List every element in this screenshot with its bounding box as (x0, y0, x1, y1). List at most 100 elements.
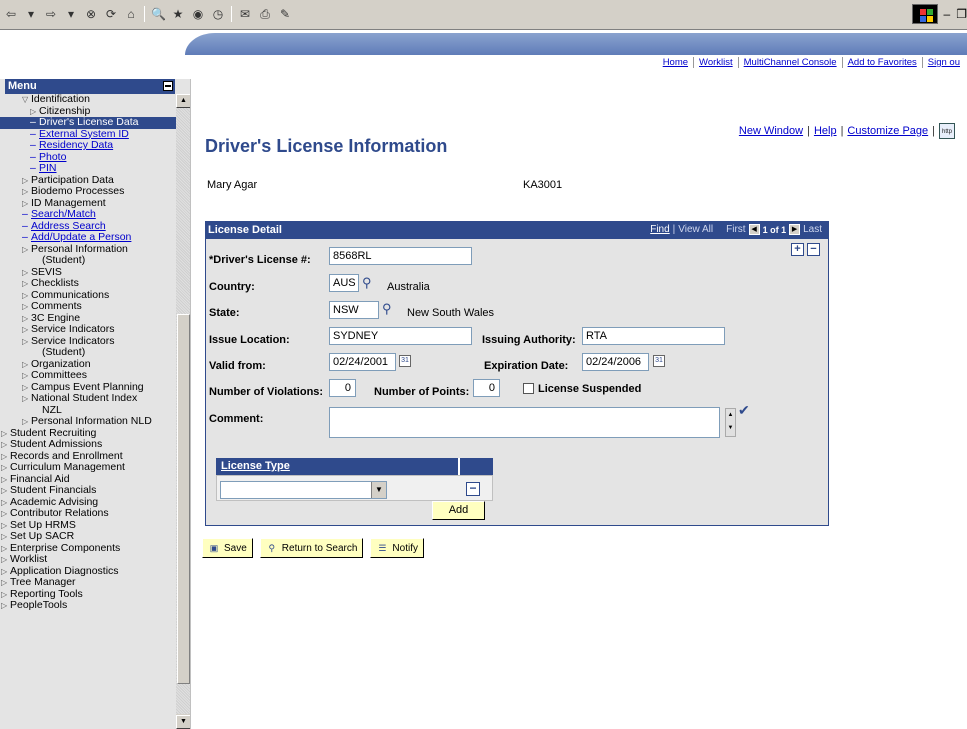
menu-item[interactable]: ▷ Communications (0, 288, 176, 302)
favorites-icon[interactable]: ★ (171, 7, 185, 21)
find-link[interactable]: Find (650, 224, 669, 235)
menu-scrollbar[interactable]: ▲ ▼ (176, 94, 190, 729)
minimize-icon[interactable]: – (944, 7, 951, 21)
menu-item[interactable]: – Residency Data (0, 139, 176, 152)
menu-item[interactable]: – Photo (0, 150, 176, 164)
history-icon[interactable]: ◷ (211, 7, 225, 21)
first-link[interactable]: First (726, 224, 745, 235)
chevron-down-icon[interactable]: ▼ (371, 482, 386, 498)
header-link-add-to-favorites[interactable]: Add to Favorites (843, 57, 923, 68)
scroll-down-icon[interactable]: ▼ (726, 422, 735, 435)
next-arrow-icon[interactable]: ▶ (789, 224, 801, 235)
menu-item-label: NZL (42, 403, 62, 416)
restore-icon[interactable]: ❐ (956, 7, 967, 21)
issue-location-input[interactable]: SYDNEY (329, 327, 472, 345)
new-window-link[interactable]: New Window (739, 125, 803, 137)
http-icon[interactable]: http (939, 123, 955, 139)
delete-row-icon[interactable]: − (807, 243, 820, 256)
add-row-icon[interactable]: + (791, 243, 804, 256)
issuing-authority-label: Issuing Authority: (482, 334, 576, 346)
menu-item-label: Photo (39, 150, 67, 163)
menu-item-label: Add/Update a Person (31, 231, 132, 243)
notify-icon: ☰ (378, 542, 387, 553)
menu-item[interactable]: ▷ National Student Index NZL (0, 392, 176, 416)
menu-item-label: Student Financials (10, 484, 97, 496)
back-icon[interactable]: ⇦ (4, 7, 18, 21)
spell-check-icon[interactable]: ✔ (738, 402, 750, 419)
points-input[interactable]: 0 (473, 379, 500, 397)
help-link[interactable]: Help (814, 125, 837, 137)
comment-textarea[interactable] (329, 407, 720, 438)
mail-icon[interactable]: ✉ (238, 7, 252, 21)
view-all-link[interactable]: View All (678, 224, 713, 235)
menu-item[interactable]: ▷ Personal Information (Student) (0, 243, 176, 267)
license-type-select[interactable]: ▼ (220, 481, 387, 499)
country-lookup-icon[interactable]: ⚲ (362, 275, 372, 291)
save-button[interactable]: ▣ Save (202, 538, 253, 558)
browser-toolbar: ⇦ ▾ ⇨ ▾ ⊗ ⟳ ⌂ 🔍 ★ ◉ ◷ ✉ ⎙ ✎ – ❐ (0, 0, 967, 30)
menu-item[interactable]: ▷ SEVIS (0, 266, 176, 279)
menu-collapse-icon[interactable] (163, 81, 173, 91)
stop-icon[interactable]: ⊗ (84, 7, 98, 21)
scroll-down-icon[interactable]: ▼ (176, 715, 190, 729)
header-link-worklist[interactable]: Worklist (694, 57, 739, 68)
collapsed-triangle-icon: ▷ (1, 532, 8, 541)
edit-icon[interactable]: ✎ (278, 7, 292, 21)
notify-button[interactable]: ☰ Notify (370, 538, 424, 558)
menu-title: Menu (8, 80, 37, 92)
last-link[interactable]: Last (803, 224, 822, 235)
menu-item-label: Financial Aid (10, 472, 70, 485)
violations-input[interactable]: 0 (329, 379, 356, 397)
refresh-icon[interactable]: ⟳ (104, 7, 118, 21)
country-input[interactable]: AUS (329, 274, 359, 292)
menu-item-label: Citizenship (39, 104, 91, 117)
header-link-sign-out[interactable]: Sign ou (923, 57, 965, 68)
menu-item-label: Set Up HRMS (10, 518, 76, 531)
menu-item[interactable]: ▷ Organization (0, 358, 176, 371)
menu-bullet: – (30, 116, 36, 128)
save-label: Save (224, 542, 247, 554)
scroll-thumb[interactable] (177, 314, 190, 684)
menu-item-label: Checklists (31, 277, 79, 289)
state-description: New South Wales (407, 307, 495, 319)
header-link-home[interactable]: Home (658, 57, 695, 68)
person-name: Mary Agar (207, 179, 258, 191)
header-link-multichannel-console[interactable]: MultiChannel Console (739, 57, 843, 68)
scroll-up-icon[interactable]: ▲ (176, 94, 190, 108)
calendar-icon[interactable]: 31 (399, 355, 411, 367)
customize-page-link[interactable]: Customize Page (847, 125, 928, 137)
media-icon[interactable]: ◉ (191, 7, 205, 21)
comment-scrollbar[interactable]: ▲ ▼ (725, 408, 736, 437)
menu-header: Menu (5, 79, 175, 94)
toolbar-separator (231, 6, 232, 22)
windows-logo-icon (911, 4, 938, 24)
menu-item[interactable]: ▷ PeopleTools (0, 599, 176, 612)
expiration-date-input[interactable]: 02/24/2006 (582, 353, 649, 371)
forward-icon[interactable]: ⇨ (44, 7, 58, 21)
license-type-column-header[interactable]: License Type (221, 460, 290, 472)
delete-row-icon[interactable]: − (466, 482, 480, 496)
license-number-input[interactable]: 8568RL (329, 247, 472, 265)
state-lookup-icon[interactable]: ⚲ (382, 301, 392, 317)
dropdown-icon[interactable]: ▾ (24, 7, 38, 21)
menu-item[interactable]: ▷ Service Indicators (Student) (0, 335, 176, 359)
menu-item-label: Search/Match (31, 208, 96, 220)
print-icon[interactable]: ⎙ (258, 7, 272, 21)
home-icon[interactable]: ⌂ (124, 7, 138, 21)
calendar-icon[interactable]: 31 (653, 355, 665, 367)
state-input[interactable]: NSW (329, 301, 379, 319)
return-to-search-button[interactable]: ⚲ Return to Search (259, 538, 364, 558)
collapsed-triangle-icon: ▷ (1, 451, 8, 461)
menu-item-label: Communications (31, 288, 110, 301)
save-icon: ▣ (209, 542, 219, 553)
previous-arrow-icon[interactable]: ◀ (748, 224, 760, 235)
license-suspended-checkbox[interactable] (523, 383, 534, 394)
dropdown-icon[interactable]: ▾ (64, 7, 78, 21)
issuing-authority-input[interactable]: RTA (582, 327, 725, 345)
valid-from-input[interactable]: 02/24/2001 (329, 353, 396, 371)
state-label: State: (209, 307, 240, 319)
add-license-type-button[interactable]: Add (432, 501, 485, 520)
search-icon[interactable]: 🔍 (151, 7, 166, 21)
menu-item[interactable]: ▷ Comments (0, 300, 176, 313)
scroll-up-icon[interactable]: ▲ (726, 409, 735, 422)
